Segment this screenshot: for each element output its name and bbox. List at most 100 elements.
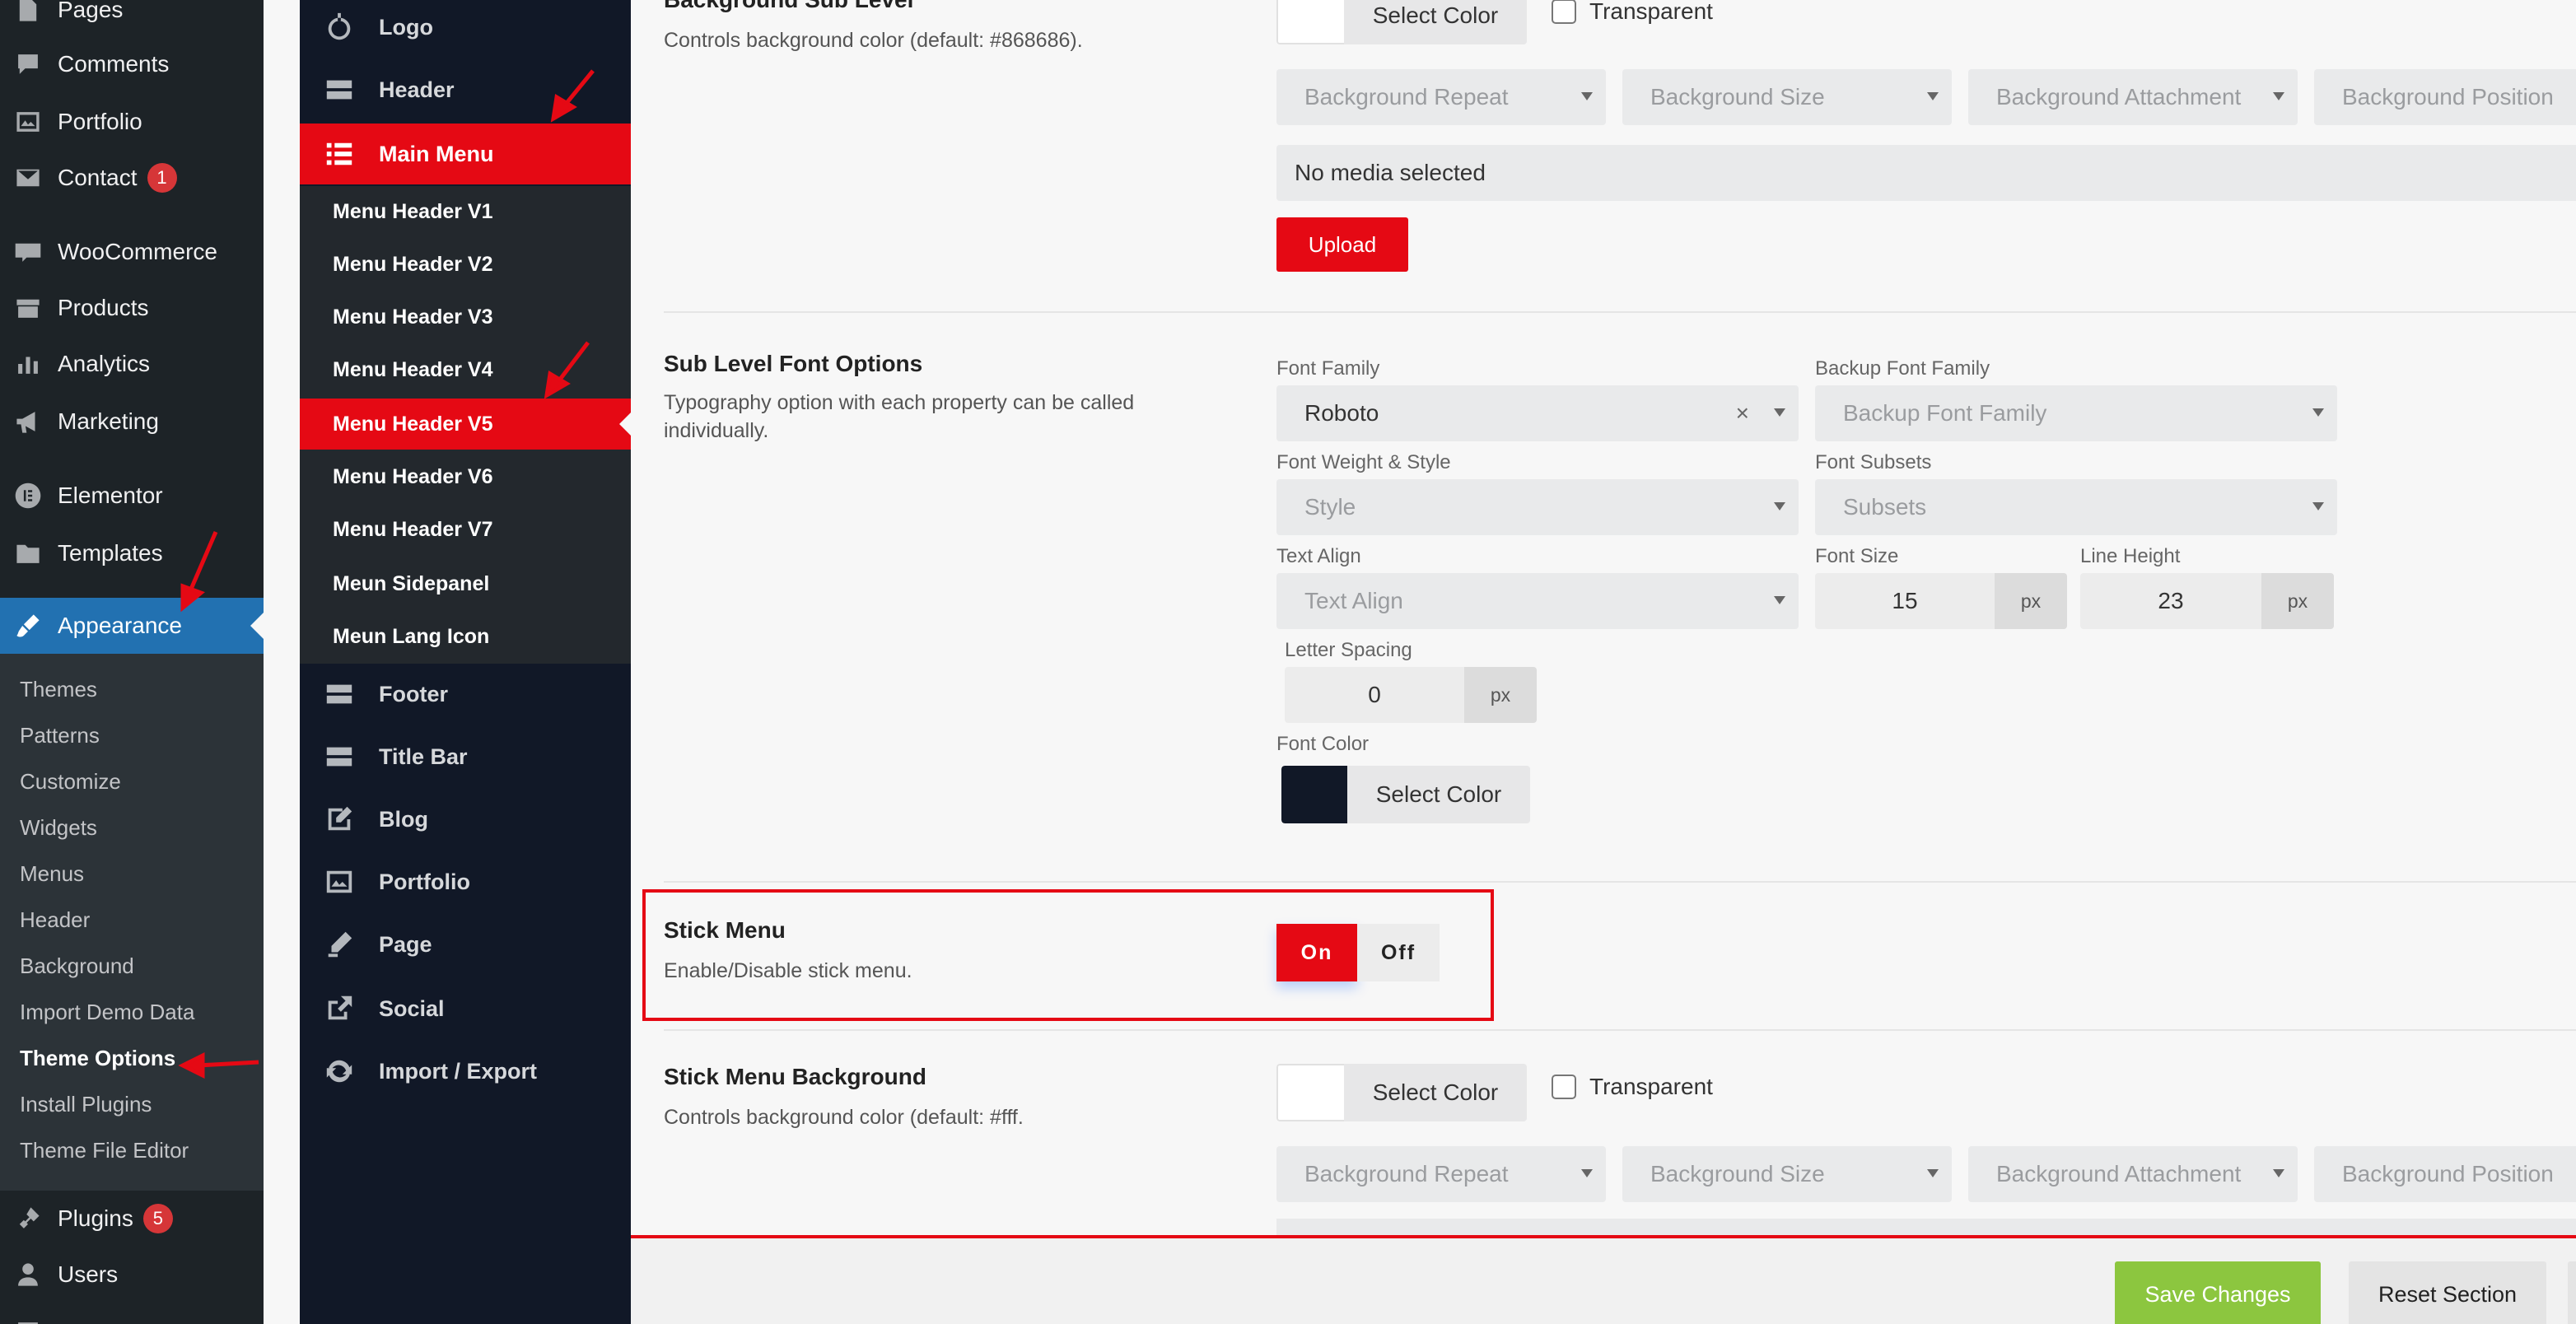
font-subsets-label: Font Subsets: [1815, 451, 1932, 473]
wp-menu-users[interactable]: Users: [0, 1252, 264, 1298]
reset-section-button[interactable]: Reset Section: [2349, 1261, 2546, 1324]
submenu-menu-header-v4[interactable]: Menu Header V4: [300, 344, 631, 395]
letter-spacing-input[interactable]: 0 px: [1285, 667, 1537, 723]
submenu-menu-header-v3[interactable]: Menu Header V3: [300, 291, 631, 343]
wp-menu-contact[interactable]: Contact 1: [0, 155, 264, 201]
tab-footer[interactable]: Footer: [300, 664, 631, 725]
font-weight-select[interactable]: Style: [1276, 479, 1799, 535]
letter-spacing-value[interactable]: 0: [1285, 667, 1464, 723]
save-changes-button[interactable]: Save Changes: [2115, 1261, 2321, 1324]
wp-menu-portfolio[interactable]: Portfolio: [0, 99, 264, 145]
background-size-select[interactable]: Background Size: [1622, 69, 1952, 125]
background-attachment-select[interactable]: Background Attachment: [1968, 69, 2298, 125]
submenu-menu-header-v6[interactable]: Menu Header V6: [300, 451, 631, 502]
wp-submenu-customize[interactable]: Customize: [20, 769, 121, 795]
wp-menu-comments[interactable]: Comments: [0, 41, 264, 87]
transparent-checkbox[interactable]: Transparent: [1552, 1074, 1713, 1100]
wp-menu-woocommerce[interactable]: WooCommerce: [0, 229, 264, 275]
wp-submenu-theme-options[interactable]: Theme Options: [20, 1046, 175, 1071]
select-placeholder: Background Size: [1650, 1161, 1825, 1186]
transparent-checkbox[interactable]: Transparent: [1552, 0, 1713, 25]
wp-menu-plugins[interactable]: Plugins 5: [0, 1196, 264, 1242]
wp-menu-marketing[interactable]: Marketing: [0, 399, 264, 445]
background-repeat-select[interactable]: Background Repeat: [1276, 69, 1606, 125]
templates-icon: [12, 537, 44, 570]
color-swatch: [1276, 0, 1344, 44]
tab-logo[interactable]: Logo: [300, 0, 631, 58]
tab-page[interactable]: Page: [300, 914, 631, 975]
submenu-lang-icon[interactable]: Meun Lang Icon: [300, 611, 631, 662]
wp-submenu-install-plugins[interactable]: Install Plugins: [20, 1092, 152, 1117]
checkbox-box[interactable]: [1552, 1075, 1576, 1099]
wp-submenu-header[interactable]: Header: [20, 907, 90, 933]
users-icon: [12, 1258, 44, 1291]
wp-menu-label: Appearance: [58, 613, 183, 638]
tab-title-bar[interactable]: Title Bar: [300, 726, 631, 787]
tab-blog[interactable]: Blog: [300, 789, 631, 850]
upload-button[interactable]: Upload: [1276, 217, 1408, 272]
toggle-on-button[interactable]: On: [1276, 924, 1357, 981]
wp-submenu-widgets[interactable]: Widgets: [20, 815, 97, 841]
wp-submenu-patterns[interactable]: Patterns: [20, 723, 100, 748]
caret-down-icon: [1774, 502, 1785, 510]
line-height-input[interactable]: 23 px: [2080, 573, 2334, 629]
wp-menu-templates[interactable]: Templates: [0, 530, 264, 576]
submenu-menu-header-v2[interactable]: Menu Header V2: [300, 239, 631, 290]
backup-font-family-select[interactable]: Backup Font Family: [1815, 385, 2337, 441]
tab-portfolio[interactable]: Portfolio: [300, 851, 631, 912]
notification-badge: 5: [142, 1204, 173, 1233]
font-size-input[interactable]: 15 px: [1815, 573, 2067, 629]
submenu-menu-header-v1[interactable]: Menu Header V1: [300, 186, 631, 237]
font-size-value[interactable]: 15: [1815, 573, 1995, 629]
line-height-value[interactable]: 23: [2080, 573, 2261, 629]
wp-menu-analytics[interactable]: Analytics: [0, 341, 264, 387]
wp-submenu-background[interactable]: Background: [20, 953, 134, 979]
wp-menu-tools[interactable]: [0, 1309, 264, 1324]
background-repeat-select[interactable]: Background Repeat: [1276, 1146, 1606, 1202]
save-bar: Save Changes Reset Section: [631, 1235, 2576, 1324]
wp-submenu-import-demo-data[interactable]: Import Demo Data: [20, 1000, 194, 1025]
wp-menu-label: Users: [58, 1261, 119, 1287]
tab-social[interactable]: Social: [300, 978, 631, 1039]
tab-header[interactable]: Header: [300, 59, 631, 120]
background-attachment-select[interactable]: Background Attachment: [1968, 1146, 2298, 1202]
font-family-select[interactable]: Roboto ×: [1276, 385, 1799, 441]
clear-icon[interactable]: ×: [1736, 400, 1749, 427]
checkbox-box[interactable]: [1552, 0, 1576, 24]
tab-label: Footer: [379, 681, 448, 706]
media-url-field[interactable]: No media selected: [1276, 145, 2576, 201]
submenu-menu-header-v7[interactable]: Menu Header V7: [300, 504, 631, 555]
wp-menu-label: Templates: [58, 540, 163, 566]
stick-menu-toggle[interactable]: On Off: [1276, 924, 1440, 981]
submenu-menu-header-v5[interactable]: Menu Header V5: [300, 399, 631, 450]
tab-label: Social: [379, 995, 445, 1021]
font-color-button[interactable]: Select Color: [1281, 766, 1530, 823]
select-color-button[interactable]: Select Color: [1276, 1064, 1527, 1121]
reset-all-button[interactable]: [2568, 1261, 2576, 1324]
unit-label: px: [1464, 667, 1537, 723]
select-color-button[interactable]: Select Color: [1276, 0, 1527, 44]
text-align-select[interactable]: Text Align: [1276, 573, 1799, 629]
tab-main-menu[interactable]: Main Menu: [300, 124, 631, 184]
marketing-icon: [12, 405, 44, 438]
tab-label: Main Menu: [379, 141, 494, 166]
wp-menu-products[interactable]: Products: [0, 285, 264, 331]
wp-submenu-menus[interactable]: Menus: [20, 861, 84, 887]
font-subsets-select[interactable]: Subsets: [1815, 479, 2337, 535]
wp-submenu-themes[interactable]: Themes: [20, 677, 97, 702]
background-position-select[interactable]: Background Position: [2314, 69, 2576, 125]
appearance-icon: [12, 609, 44, 642]
tab-import-export[interactable]: Import / Export: [300, 1041, 631, 1102]
wp-menu-appearance[interactable]: Appearance: [0, 598, 264, 654]
caret-down-icon: [2273, 92, 2284, 100]
unit-label: px: [2261, 573, 2334, 629]
background-position-select[interactable]: Background Position: [2314, 1146, 2576, 1202]
wp-menu-elementor[interactable]: Elementor: [0, 473, 264, 519]
main-menu-submenu: Menu Header V1 Menu Header V2 Menu Heade…: [300, 186, 631, 664]
toggle-off-button[interactable]: Off: [1357, 924, 1440, 981]
wp-menu-pages[interactable]: Pages: [0, 0, 264, 33]
background-size-select[interactable]: Background Size: [1622, 1146, 1952, 1202]
submenu-sidepanel[interactable]: Meun Sidepanel: [300, 558, 631, 609]
wp-submenu-theme-file-editor[interactable]: Theme File Editor: [20, 1138, 189, 1163]
tab-label: Page: [379, 931, 432, 957]
